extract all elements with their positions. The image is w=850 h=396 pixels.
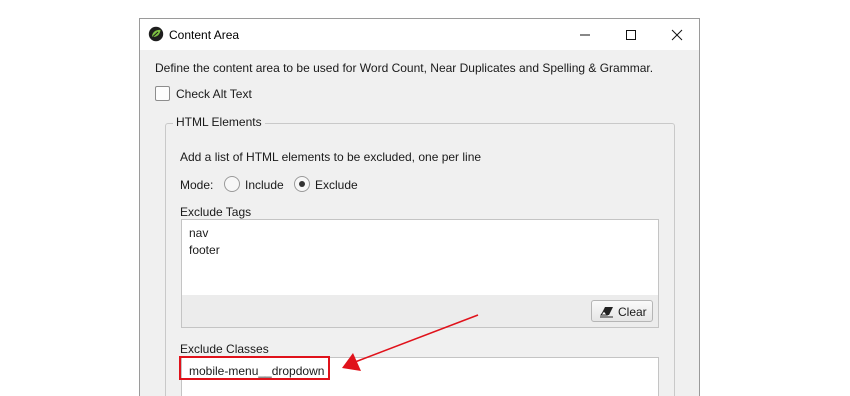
annotation-arrow	[342, 314, 479, 371]
